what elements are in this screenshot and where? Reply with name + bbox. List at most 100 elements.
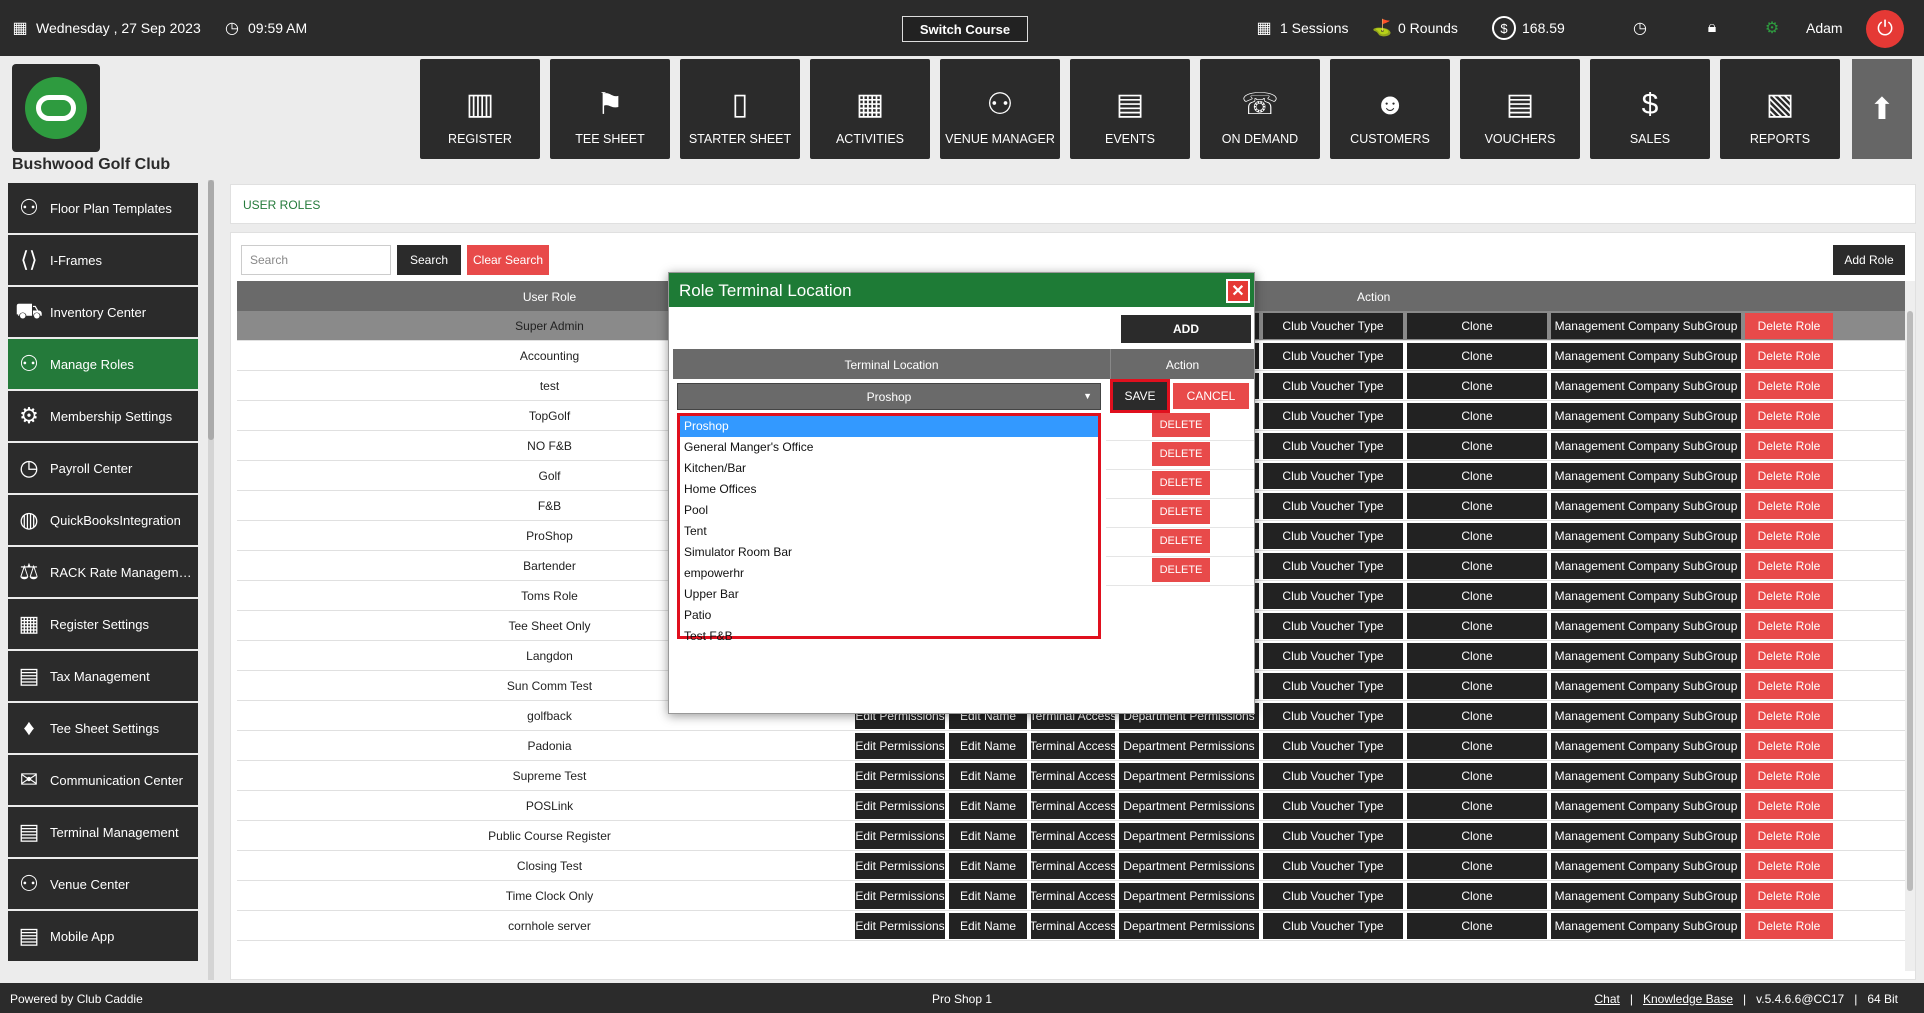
delete-role-button[interactable]: Delete Role [1745,643,1833,669]
rounds-display[interactable]: ⛳ 0 Rounds [1372,0,1458,56]
clone-button[interactable]: Clone [1407,583,1547,609]
management-subgroup-button[interactable]: Management Company SubGroup [1551,373,1741,399]
management-subgroup-button[interactable]: Management Company SubGroup [1551,343,1741,369]
terminal-access-button[interactable]: Terminal Access [1031,883,1115,909]
scroll-up-button[interactable]: ⬆ [1852,59,1912,159]
management-subgroup-button[interactable]: Management Company SubGroup [1551,733,1741,759]
add-role-button[interactable]: Add Role [1833,245,1905,275]
dropdown-option[interactable]: General Manger's Office [680,437,1098,458]
sidebar-item-tax-management[interactable]: ▤ Tax Management [8,651,198,701]
club-voucher-type-button[interactable]: Club Voucher Type [1263,433,1403,459]
delete-role-button[interactable]: Delete Role [1745,553,1833,579]
management-subgroup-button[interactable]: Management Company SubGroup [1551,673,1741,699]
nav-tile-tee-sheet[interactable]: ⚑ TEE SHEET [550,59,670,159]
clone-button[interactable]: Clone [1407,343,1547,369]
club-voucher-type-button[interactable]: Club Voucher Type [1263,313,1403,339]
management-subgroup-button[interactable]: Management Company SubGroup [1551,823,1741,849]
department-permissions-button[interactable]: Department Permissions [1119,733,1259,759]
clone-button[interactable]: Clone [1407,643,1547,669]
sidebar-item-terminal-management[interactable]: ▤ Terminal Management [8,807,198,857]
clear-search-button[interactable]: Clear Search [467,245,549,275]
clone-button[interactable]: Clone [1407,433,1547,459]
sidebar-item-manage-roles[interactable]: ⚇ Manage Roles [8,339,198,389]
logout-button[interactable]: ⏻ [1866,10,1904,48]
delete-role-button[interactable]: Delete Role [1745,493,1833,519]
club-voucher-type-button[interactable]: Club Voucher Type [1263,883,1403,909]
balance-display[interactable]: $ 168.59 [1492,0,1565,56]
management-subgroup-button[interactable]: Management Company SubGroup [1551,493,1741,519]
nav-tile-activities[interactable]: ▦ ACTIVITIES [810,59,930,159]
edit-name-button[interactable]: Edit Name [949,883,1027,909]
sidebar-item-register-settings[interactable]: ▦ Register Settings [8,599,198,649]
dropdown-option[interactable]: Home Offices [680,479,1098,500]
club-voucher-type-button[interactable]: Club Voucher Type [1263,913,1403,939]
nav-tile-vouchers[interactable]: ▤ VOUCHERS [1460,59,1580,159]
edit-permissions-button[interactable]: Edit Permissions [855,853,945,879]
table-scrollbar[interactable] [1905,281,1915,971]
club-voucher-type-button[interactable]: Club Voucher Type [1263,553,1403,579]
edit-permissions-button[interactable]: Edit Permissions [855,763,945,789]
chat-link[interactable]: Chat [1594,992,1619,1006]
management-subgroup-button[interactable]: Management Company SubGroup [1551,883,1741,909]
sidebar-item-venue-center[interactable]: ⚇ Venue Center [8,859,198,909]
clone-button[interactable]: Clone [1407,463,1547,489]
nav-tile-customers[interactable]: ☻ CUSTOMERS [1330,59,1450,159]
club-voucher-type-button[interactable]: Club Voucher Type [1263,703,1403,729]
management-subgroup-button[interactable]: Management Company SubGroup [1551,703,1741,729]
delete-role-button[interactable]: Delete Role [1745,343,1833,369]
clone-button[interactable]: Clone [1407,913,1547,939]
delete-role-button[interactable]: Delete Role [1745,313,1833,339]
terminal-location-select[interactable]: Proshop ▼ [677,383,1101,410]
sidebar-item-floor-plan-templates[interactable]: ⚇ Floor Plan Templates [8,183,198,233]
settings-button[interactable]: ⚙ [1762,0,1782,56]
club-voucher-type-button[interactable]: Club Voucher Type [1263,613,1403,639]
dropdown-option[interactable]: Kitchen/Bar [680,458,1098,479]
management-subgroup-button[interactable]: Management Company SubGroup [1551,403,1741,429]
clone-button[interactable]: Clone [1407,523,1547,549]
management-subgroup-button[interactable]: Management Company SubGroup [1551,583,1741,609]
edit-permissions-button[interactable]: Edit Permissions [855,883,945,909]
clone-button[interactable]: Clone [1407,823,1547,849]
nav-tile-events[interactable]: ▤ EVENTS [1070,59,1190,159]
modal-delete-button[interactable]: DELETE [1152,442,1210,466]
club-voucher-type-button[interactable]: Club Voucher Type [1263,493,1403,519]
terminal-access-button[interactable]: Terminal Access [1031,823,1115,849]
nav-tile-sales[interactable]: $ SALES [1590,59,1710,159]
dropdown-option[interactable]: Tent [680,521,1098,542]
nav-tile-reports[interactable]: ▧ REPORTS [1720,59,1840,159]
edit-permissions-button[interactable]: Edit Permissions [855,733,945,759]
edit-name-button[interactable]: Edit Name [949,733,1027,759]
clone-button[interactable]: Clone [1407,373,1547,399]
clone-button[interactable]: Clone [1407,733,1547,759]
management-subgroup-button[interactable]: Management Company SubGroup [1551,763,1741,789]
clone-button[interactable]: Clone [1407,793,1547,819]
edit-name-button[interactable]: Edit Name [949,763,1027,789]
delete-role-button[interactable]: Delete Role [1745,523,1833,549]
delete-role-button[interactable]: Delete Role [1745,403,1833,429]
nav-tile-on-demand[interactable]: ☏ ON DEMAND [1200,59,1320,159]
club-voucher-type-button[interactable]: Club Voucher Type [1263,523,1403,549]
edit-permissions-button[interactable]: Edit Permissions [855,793,945,819]
department-permissions-button[interactable]: Department Permissions [1119,763,1259,789]
sidebar-item-quickbooksintegration[interactable]: ◍ QuickBooksIntegration [8,495,198,545]
management-subgroup-button[interactable]: Management Company SubGroup [1551,793,1741,819]
edit-name-button[interactable]: Edit Name [949,793,1027,819]
management-subgroup-button[interactable]: Management Company SubGroup [1551,523,1741,549]
management-subgroup-button[interactable]: Management Company SubGroup [1551,913,1741,939]
modal-close-button[interactable]: ✕ [1226,279,1250,303]
dropdown-option[interactable]: Test F&B [680,626,1098,647]
management-subgroup-button[interactable]: Management Company SubGroup [1551,463,1741,489]
delete-role-button[interactable]: Delete Role [1745,613,1833,639]
delete-role-button[interactable]: Delete Role [1745,823,1833,849]
sidebar-item-payroll-center[interactable]: ◷ Payroll Center [8,443,198,493]
management-subgroup-button[interactable]: Management Company SubGroup [1551,313,1741,339]
department-permissions-button[interactable]: Department Permissions [1119,823,1259,849]
nav-tile-venue-manager[interactable]: ⚇ VENUE MANAGER [940,59,1060,159]
delete-role-button[interactable]: Delete Role [1745,583,1833,609]
club-voucher-type-button[interactable]: Club Voucher Type [1263,643,1403,669]
modal-delete-button[interactable]: DELETE [1152,471,1210,495]
nav-tile-register[interactable]: ▥ REGISTER [420,59,540,159]
save-button[interactable]: SAVE [1110,379,1170,413]
edit-permissions-button[interactable]: Edit Permissions [855,913,945,939]
clone-button[interactable]: Clone [1407,403,1547,429]
